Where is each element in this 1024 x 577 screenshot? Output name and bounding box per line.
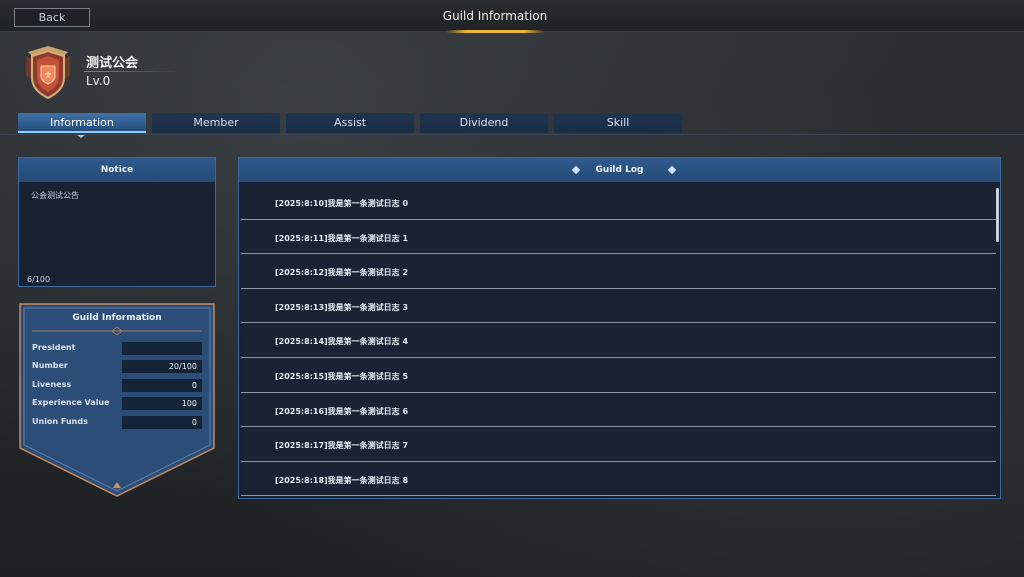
guild-name-divider <box>84 71 180 72</box>
guild-info-title: Guild Information <box>72 313 162 323</box>
tab-assist[interactable]: Assist <box>286 113 414 133</box>
log-entry-text: [2025:8:15]我是第一条测试日志 5 <box>275 372 409 381</box>
back-button[interactable]: Back <box>14 8 90 27</box>
notice-char-count: 6/100 <box>27 275 51 284</box>
guild-level: Lv.0 <box>86 74 111 88</box>
liveness-value: 0 <box>122 379 202 392</box>
log-entry: [2025:8:10]我是第一条测试日志 0 <box>241 185 996 220</box>
tab-divider <box>0 134 1024 135</box>
svg-text:⚜: ⚜ <box>44 71 52 81</box>
top-bar: Back Guild Information <box>0 0 1024 33</box>
log-entry-text: [2025:8:14]我是第一条测试日志 4 <box>275 337 409 347</box>
guild-name: 测试公会 <box>86 56 139 71</box>
guild-shield-emblem-icon: ⚜ <box>24 46 72 100</box>
log-entry-text: [2025:8:16]我是第一条测试日志 6 <box>275 406 409 416</box>
page-title: Guild Information <box>442 9 548 23</box>
tab-member[interactable]: Member <box>152 113 280 133</box>
notice-panel: Notice 公会测试公告 6/100 <box>18 157 216 287</box>
info-row-union-funds: Union Funds 0 <box>32 416 204 429</box>
diamond-left-icon <box>571 165 581 175</box>
guild-log-panel: Guild Log [2025:8:10]我是第一条测试日志 0 [2025:8… <box>238 157 1001 499</box>
tab-dividend[interactable]: Dividend <box>420 113 548 133</box>
number-label: Number <box>32 361 68 370</box>
guild-log-title: Guild Log <box>595 165 644 175</box>
log-entry-text: [2025:8:12]我是第一条测试日志 2 <box>275 268 409 278</box>
log-entry: [2025:8:13]我是第一条测试日志 3 <box>241 288 996 324</box>
guild-log-header: Guild Log <box>239 158 1000 182</box>
experience-value: 100 <box>122 397 202 410</box>
log-entry: [2025:8:18]我是第一条测试日志 8 <box>241 461 996 497</box>
notice-text[interactable]: 公会测试公告 <box>31 190 79 201</box>
liveness-label: Liveness <box>32 380 72 389</box>
log-entry: [2025:8:12]我是第一条测试日志 2 <box>241 254 996 289</box>
tab-skill[interactable]: Skill <box>554 113 682 133</box>
info-row-liveness: Liveness 0 <box>32 379 204 392</box>
log-entry: [2025:8:16]我是第一条测试日志 6 <box>241 392 996 428</box>
number-value: 20/100 <box>122 360 202 373</box>
log-entry-text: [2025:8:18]我是第一条测试日志 8 <box>275 475 409 485</box>
union-funds-value: 0 <box>122 416 202 429</box>
experience-label: Experience Value <box>32 398 110 407</box>
guild-info-panel: Guild Information President Number 20/10… <box>18 302 216 498</box>
union-funds-label: Union Funds <box>32 417 88 426</box>
log-entry: [2025:8:11]我是第一条测试日志 1 <box>241 219 996 255</box>
log-entry-text: [2025:8:13]我是第一条测试日志 3 <box>275 302 409 312</box>
tab-information[interactable]: Information <box>18 113 146 133</box>
president-value <box>122 342 202 355</box>
guild-log-list[interactable]: [2025:8:10]我是第一条测试日志 0 [2025:8:11]我是第一条测… <box>241 185 996 497</box>
log-entry: [2025:8:15]我是第一条测试日志 5 <box>241 358 996 393</box>
title-underline <box>446 30 544 33</box>
log-entry: [2025:8:14]我是第一条测试日志 4 <box>241 323 996 358</box>
log-entry-text: [2025:8:17]我是第一条测试日志 7 <box>275 441 409 451</box>
log-entry: [2025:8:17]我是第一条测试日志 7 <box>241 427 996 462</box>
diamond-right-icon <box>667 165 677 175</box>
info-row-number: Number 20/100 <box>32 360 204 373</box>
log-scrollbar[interactable] <box>996 188 999 242</box>
info-row-experience: Experience Value 100 <box>32 397 204 410</box>
log-entry-text: [2025:8:11]我是第一条测试日志 1 <box>275 233 409 243</box>
notice-title: Notice <box>19 158 215 182</box>
info-row-president: President <box>32 342 204 355</box>
president-label: President <box>32 343 76 352</box>
log-entry-text: [2025:8:10]我是第一条测试日志 0 <box>275 199 409 208</box>
